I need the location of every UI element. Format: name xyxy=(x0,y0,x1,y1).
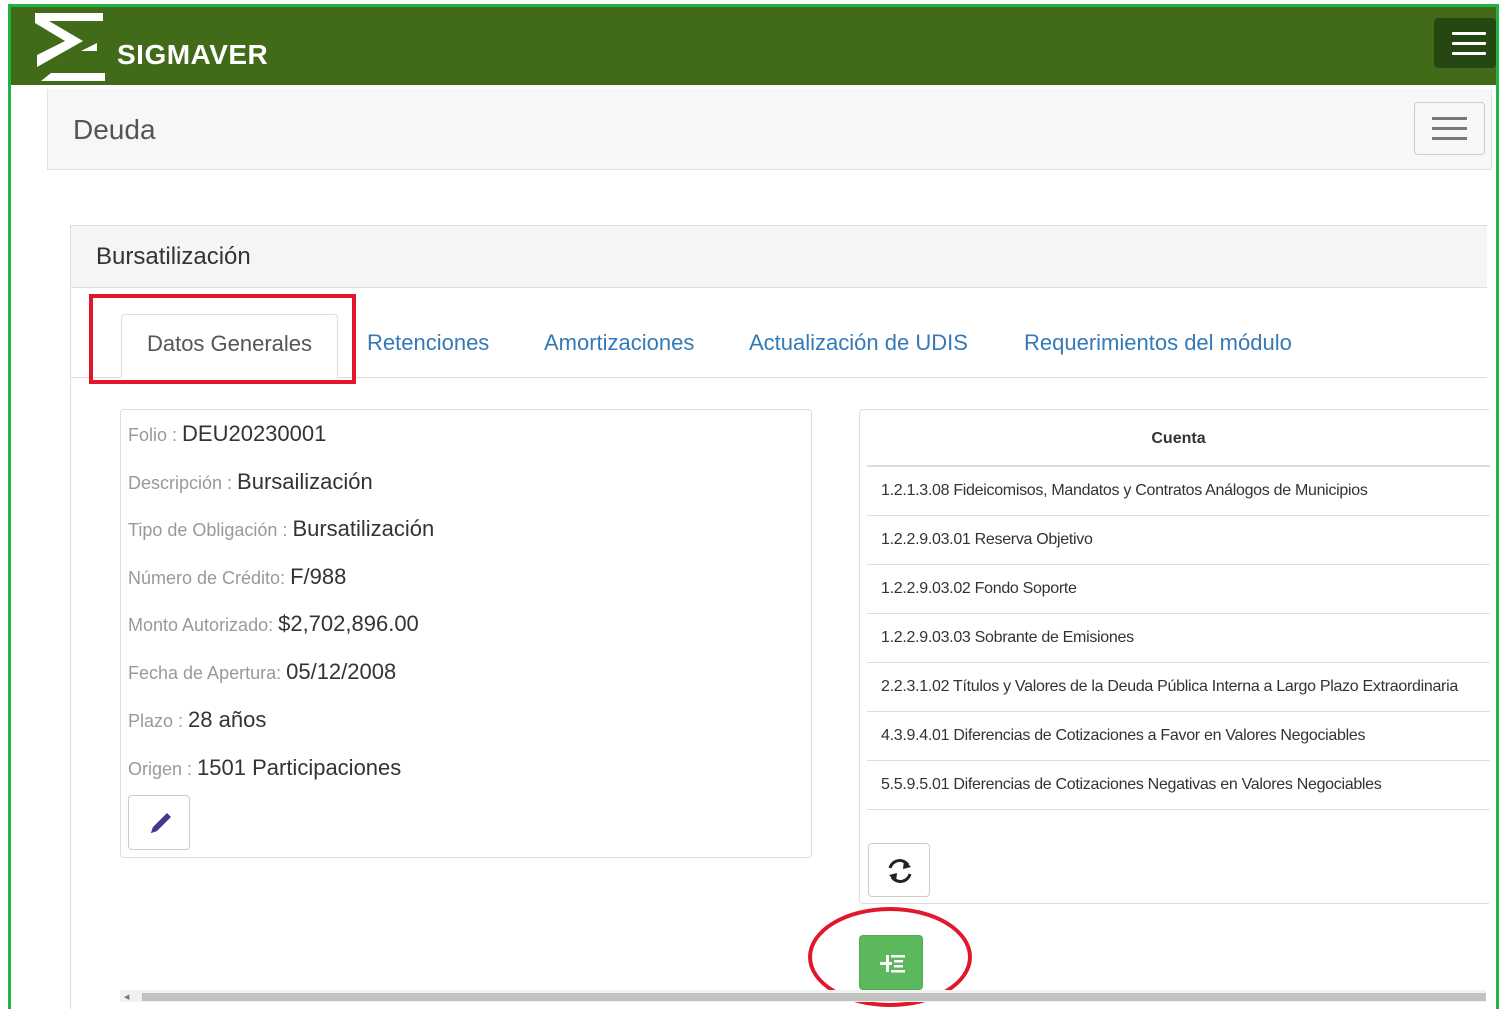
tipo-value: Bursatilización xyxy=(292,516,435,541)
highlight-annotation-tab xyxy=(89,294,356,384)
menu-icon xyxy=(1432,117,1467,120)
horizontal-scrollbar[interactable]: ◀ xyxy=(120,990,1486,1002)
menu-icon-bar xyxy=(1452,42,1486,45)
fecha-value: 05/12/2008 xyxy=(286,659,397,684)
origen-label: Origen : xyxy=(128,759,198,779)
main-menu-button[interactable] xyxy=(1434,18,1496,68)
folio-field: Folio : DEU20230001 xyxy=(128,421,326,447)
refresh-icon xyxy=(888,859,912,883)
edit-button[interactable] xyxy=(128,795,190,850)
credito-value: F/988 xyxy=(290,564,347,589)
menu-icon xyxy=(1452,32,1486,35)
panel-title: Bursatilización xyxy=(96,243,251,270)
folio-value: DEU20230001 xyxy=(182,421,327,446)
tipo-field: Tipo de Obligación : Bursatilización xyxy=(128,516,434,542)
table-row: 1.2.2.9.03.03 Sobrante de Emisiones xyxy=(867,614,1490,663)
menu-icon-bar xyxy=(1432,127,1467,130)
fecha-field: Fecha de Apertura: 05/12/2008 xyxy=(128,659,396,685)
credito-label: Número de Crédito: xyxy=(128,568,291,588)
plazo-field: Plazo : 28 años xyxy=(128,707,266,733)
table-row: 1.2.2.9.03.01 Reserva Objetivo xyxy=(867,516,1490,565)
section-menu-button[interactable] xyxy=(1414,102,1485,155)
pencil-icon xyxy=(151,813,171,833)
plazo-value: 28 años xyxy=(188,707,267,732)
table-row: 2.2.3.1.02 Títulos y Valores de la Deuda… xyxy=(867,663,1490,712)
section-header: Deuda xyxy=(47,89,1492,170)
panel-heading: Bursatilización xyxy=(71,226,1487,288)
top-navbar: SIGMAVER xyxy=(11,7,1496,85)
scroll-left-icon[interactable]: ◀ xyxy=(124,993,129,1001)
monto-field: Monto Autorizado: $2,702,896.00 xyxy=(128,611,419,637)
accounts-column-header: Cuenta xyxy=(867,410,1490,467)
table-row: 5.5.9.5.01 Diferencias de Cotizaciones N… xyxy=(867,761,1490,810)
tab-retenciones[interactable]: Retenciones xyxy=(367,314,489,378)
tab-amortizaciones[interactable]: Amortizaciones xyxy=(544,314,694,378)
monto-value: $2,702,896.00 xyxy=(278,611,419,636)
scrollbar-thumb[interactable] xyxy=(142,993,1486,1001)
fecha-label: Fecha de Apertura: xyxy=(128,663,287,683)
tab-actualizacion-udis[interactable]: Actualización de UDIS xyxy=(749,314,968,378)
descripcion-value: Bursailización xyxy=(237,469,373,494)
section-title: Deuda xyxy=(73,114,156,145)
credito-field: Número de Crédito: F/988 xyxy=(128,564,346,590)
tipo-label: Tipo de Obligación : xyxy=(128,520,293,540)
refresh-button[interactable] xyxy=(868,843,930,897)
tab-requerimientos[interactable]: Requerimientos del módulo xyxy=(1024,314,1292,378)
general-data-card: Folio : DEU20230001 Descripción : Bursai… xyxy=(120,409,812,858)
monto-label: Monto Autorizado: xyxy=(128,615,279,635)
menu-icon-bar xyxy=(1452,52,1486,55)
descripcion-label: Descripción : xyxy=(128,473,238,493)
table-row: 1.2.2.9.03.02 Fondo Soporte xyxy=(867,565,1490,614)
brand-name: SIGMAVER xyxy=(117,39,269,70)
menu-icon-bar xyxy=(1432,137,1467,140)
table-row: 4.3.9.4.01 Diferencias de Cotizaciones a… xyxy=(867,712,1490,761)
origen-value: 1501 Participaciones xyxy=(197,755,402,780)
origen-field: Origen : 1501 Participaciones xyxy=(128,755,401,781)
folio-label: Folio : xyxy=(128,425,183,445)
table-row: 1.2.1.3.08 Fideicomisos, Mandatos y Cont… xyxy=(867,467,1490,516)
accounts-card: Cuenta 1.2.1.3.08 Fideicomisos, Mandatos… xyxy=(859,409,1490,904)
descripcion-field: Descripción : Bursailización xyxy=(128,469,373,495)
sigmaver-logo xyxy=(35,13,105,81)
plazo-label: Plazo : xyxy=(128,711,189,731)
